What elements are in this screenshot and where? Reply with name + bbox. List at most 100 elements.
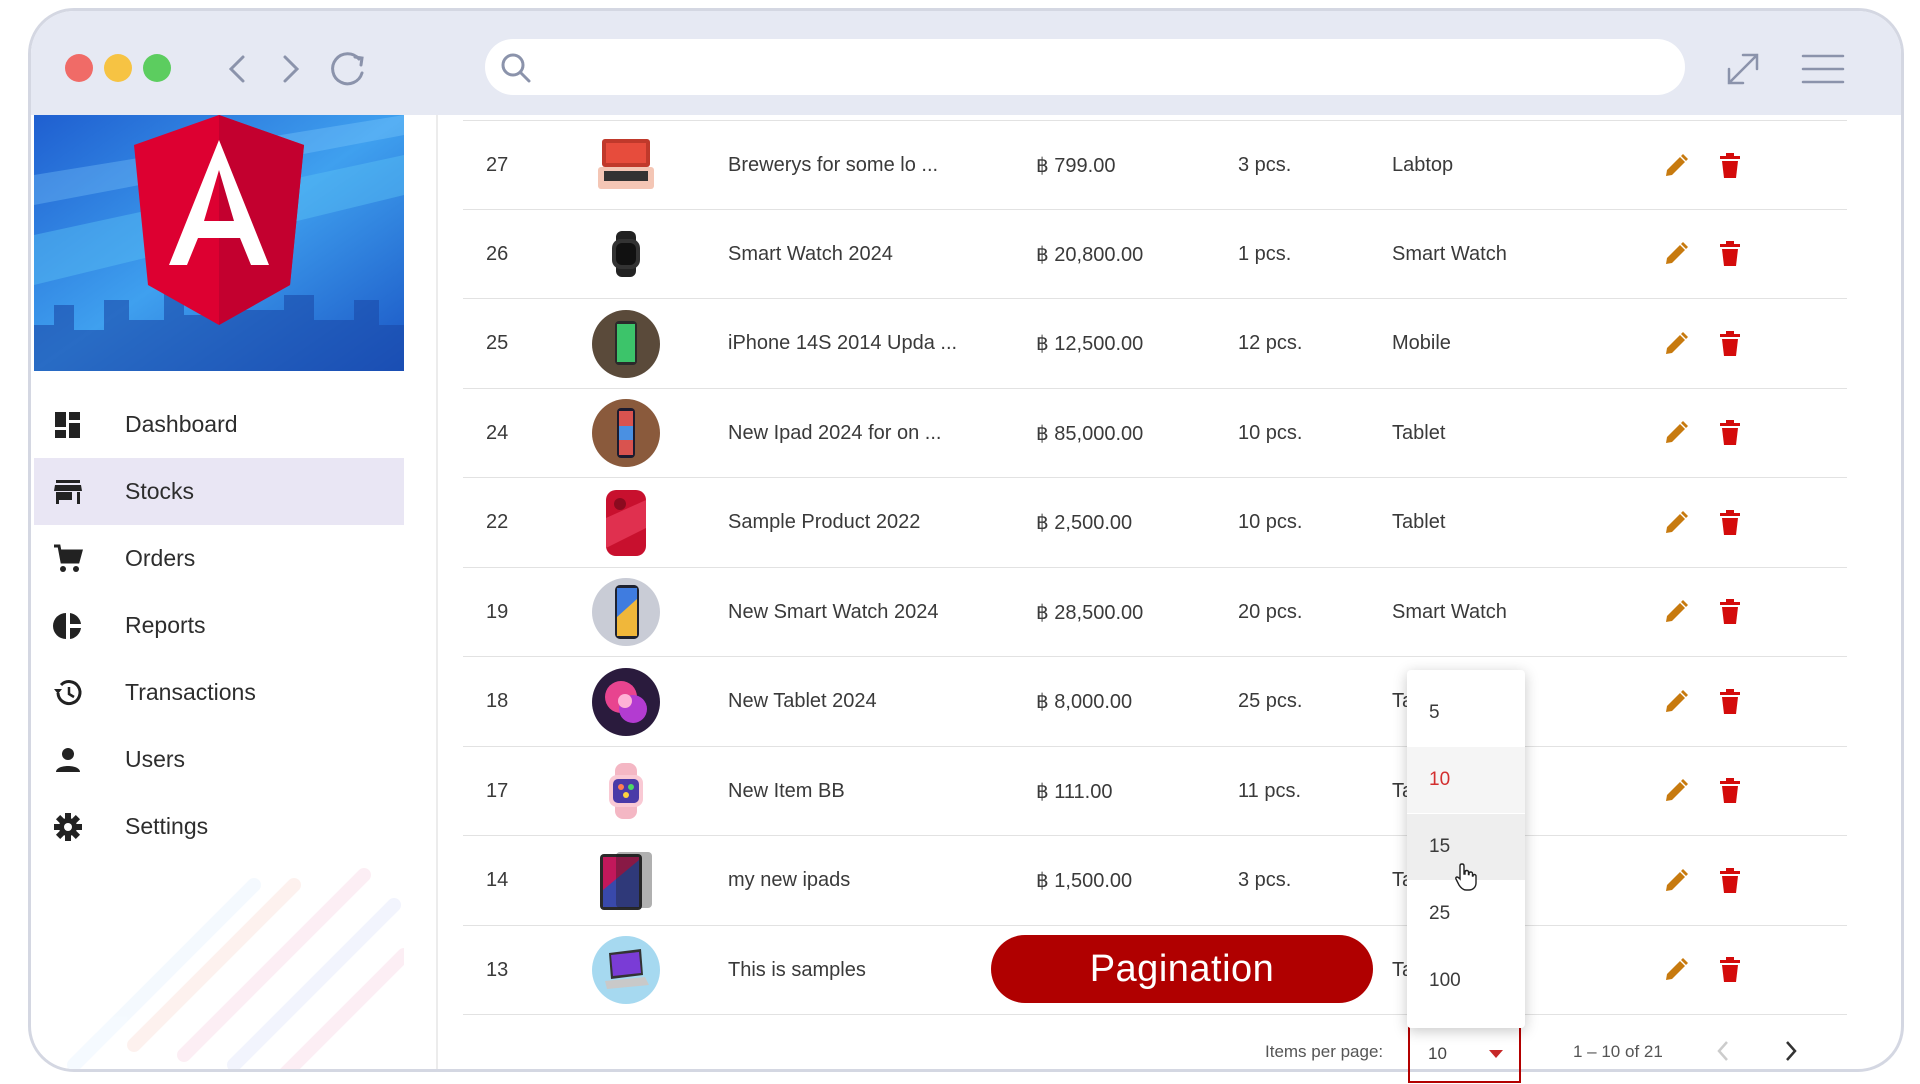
product-name: Sample Product 2022 — [728, 511, 921, 533]
delete-icon[interactable] — [1718, 299, 1742, 388]
delete-icon[interactable] — [1718, 389, 1742, 478]
product-stock: 11 pcs. — [1238, 779, 1301, 802]
delete-icon[interactable] — [1718, 747, 1742, 836]
edit-icon[interactable] — [1663, 836, 1689, 925]
product-stock: 1 pcs. — [1238, 242, 1292, 265]
row-id: 25 — [486, 332, 509, 354]
product-price: ฿ 85,000.00 — [1036, 422, 1144, 445]
back-icon[interactable] — [215, 47, 259, 91]
product-name: New Tablet 2024 — [728, 690, 877, 712]
table-row[interactable]: 19 New Smart Watch 2024 ฿ 28,500.00 20 p… — [463, 568, 1847, 657]
product-stock: 3 pcs. — [1238, 154, 1292, 176]
page-size-option[interactable]: 100 — [1407, 948, 1525, 1014]
edit-icon[interactable] — [1663, 657, 1689, 746]
edit-icon[interactable] — [1663, 478, 1689, 567]
row-id: 22 — [486, 511, 509, 533]
product-category: Smart Watch — [1392, 600, 1507, 623]
table-row[interactable]: 24 New Ipad 2024 for on ... ฿ 85,000.00 … — [463, 389, 1847, 478]
product-image — [591, 210, 661, 299]
sidebar: Dashboard Stocks Orders Reports Transact… — [34, 115, 404, 1069]
items-per-page-select[interactable]: 10 — [1408, 1025, 1521, 1083]
sidebar-item-transactions[interactable]: Transactions — [34, 659, 404, 726]
history-icon — [54, 680, 82, 706]
product-price: ฿ 111.00 — [1036, 780, 1113, 803]
edit-icon[interactable] — [1663, 210, 1689, 299]
table-row[interactable]: 22 Sample Product 2022 ฿ 2,500.00 10 pcs… — [463, 478, 1847, 568]
browser-toolbar — [31, 11, 1901, 115]
search-input[interactable] — [555, 39, 1669, 97]
forward-icon[interactable] — [269, 47, 313, 91]
product-category: Tablet — [1392, 511, 1446, 533]
items-per-page-label: Items per page: — [1265, 1042, 1384, 1061]
delete-icon[interactable] — [1718, 657, 1742, 746]
product-name: New Smart Watch 2024 — [728, 600, 939, 623]
product-stock: 3 pcs. — [1238, 869, 1292, 891]
cart-icon — [54, 544, 83, 572]
product-price: ฿ 20,800.00 — [1036, 243, 1144, 266]
sidebar-item-orders[interactable]: Orders — [34, 525, 404, 592]
next-page-button[interactable] — [1781, 1038, 1801, 1069]
product-image — [591, 389, 661, 478]
sidebar-decoration — [67, 868, 404, 1069]
table-row[interactable]: 26 Smart Watch 2024 ฿ 20,800.00 1 pcs. S… — [463, 210, 1847, 299]
product-name: Brewerys for some lo ... — [728, 154, 939, 176]
product-stock: 10 pcs. — [1238, 421, 1303, 444]
page-size-option[interactable]: 10 — [1407, 747, 1525, 813]
sidebar-item-label: Orders — [125, 545, 196, 571]
sidebar-item-users[interactable]: Users — [34, 726, 404, 793]
table-row[interactable]: 27 Brewerys for some lo ... ฿ 799.00 3 p… — [463, 120, 1847, 210]
close-window-dot[interactable] — [65, 54, 93, 82]
edit-icon[interactable] — [1663, 299, 1689, 388]
sidebar-item-label: Users — [125, 746, 186, 772]
product-name: my new ipads — [728, 869, 851, 891]
sidebar-item-label: Reports — [125, 612, 206, 638]
edit-icon[interactable] — [1663, 926, 1689, 1015]
product-stock: 20 pcs. — [1238, 600, 1303, 623]
sidebar-item-dashboard[interactable]: Dashboard — [34, 391, 404, 458]
delete-icon[interactable] — [1718, 210, 1742, 299]
edit-icon[interactable] — [1663, 121, 1689, 210]
hamburger-icon[interactable] — [1801, 47, 1845, 91]
edit-icon[interactable] — [1663, 747, 1689, 836]
table-row[interactable]: 14 my new ipads ฿ 1,500.00 3 pcs. Ta — [463, 836, 1847, 926]
pie-chart-icon — [53, 613, 81, 639]
product-price: ฿ 12,500.00 — [1036, 333, 1144, 355]
reload-icon[interactable] — [327, 47, 371, 91]
delete-icon[interactable] — [1718, 926, 1742, 1015]
minimize-window-dot[interactable] — [104, 54, 132, 82]
delete-icon[interactable] — [1718, 836, 1742, 925]
sidebar-item-label: Dashboard — [125, 411, 238, 437]
expand-icon[interactable] — [1721, 47, 1765, 91]
edit-icon[interactable] — [1663, 568, 1689, 657]
page-size-option[interactable]: 5 — [1407, 680, 1525, 746]
product-price: ฿ 799.00 — [1036, 155, 1116, 177]
product-stock: 10 pcs. — [1238, 511, 1303, 533]
table-row[interactable]: 25 iPhone 14S 2014 Upda ... ฿ 12,500.00 … — [463, 299, 1847, 389]
edit-icon[interactable] — [1663, 389, 1689, 478]
store-icon — [54, 480, 82, 504]
sidebar-item-reports[interactable]: Reports — [34, 592, 404, 659]
delete-icon[interactable] — [1718, 478, 1742, 567]
hand-cursor-icon — [1455, 863, 1477, 891]
sidebar-item-label: Transactions — [125, 679, 256, 705]
delete-icon[interactable] — [1718, 568, 1742, 657]
product-name: iPhone 14S 2014 Upda ... — [728, 332, 958, 354]
product-image — [591, 926, 661, 1015]
previous-page-button[interactable] — [1713, 1038, 1733, 1069]
maximize-window-dot[interactable] — [143, 54, 171, 82]
product-image — [591, 657, 661, 746]
sidebar-item-stocks[interactable]: Stocks — [34, 458, 404, 525]
row-id: 18 — [486, 690, 509, 712]
address-bar[interactable] — [485, 39, 1685, 97]
product-category: Mobile — [1392, 332, 1451, 354]
sidebar-menu: Dashboard Stocks Orders Reports Transact… — [34, 391, 404, 860]
table-row[interactable]: 17 New Item BB ฿ 111.00 11 pcs. Ta — [463, 747, 1847, 836]
product-stock: 12 pcs. — [1238, 332, 1303, 354]
product-price: ฿ 2,500.00 — [1036, 512, 1133, 534]
table-row[interactable]: 18 New Tablet 2024 ฿ 8,000.00 25 pcs. Ta — [463, 657, 1847, 747]
product-price: ฿ 1,500.00 — [1036, 870, 1133, 892]
delete-icon[interactable] — [1718, 121, 1742, 210]
row-id: 24 — [486, 421, 509, 444]
product-category: Smart Watch — [1392, 242, 1507, 265]
dashboard-icon — [55, 412, 80, 438]
